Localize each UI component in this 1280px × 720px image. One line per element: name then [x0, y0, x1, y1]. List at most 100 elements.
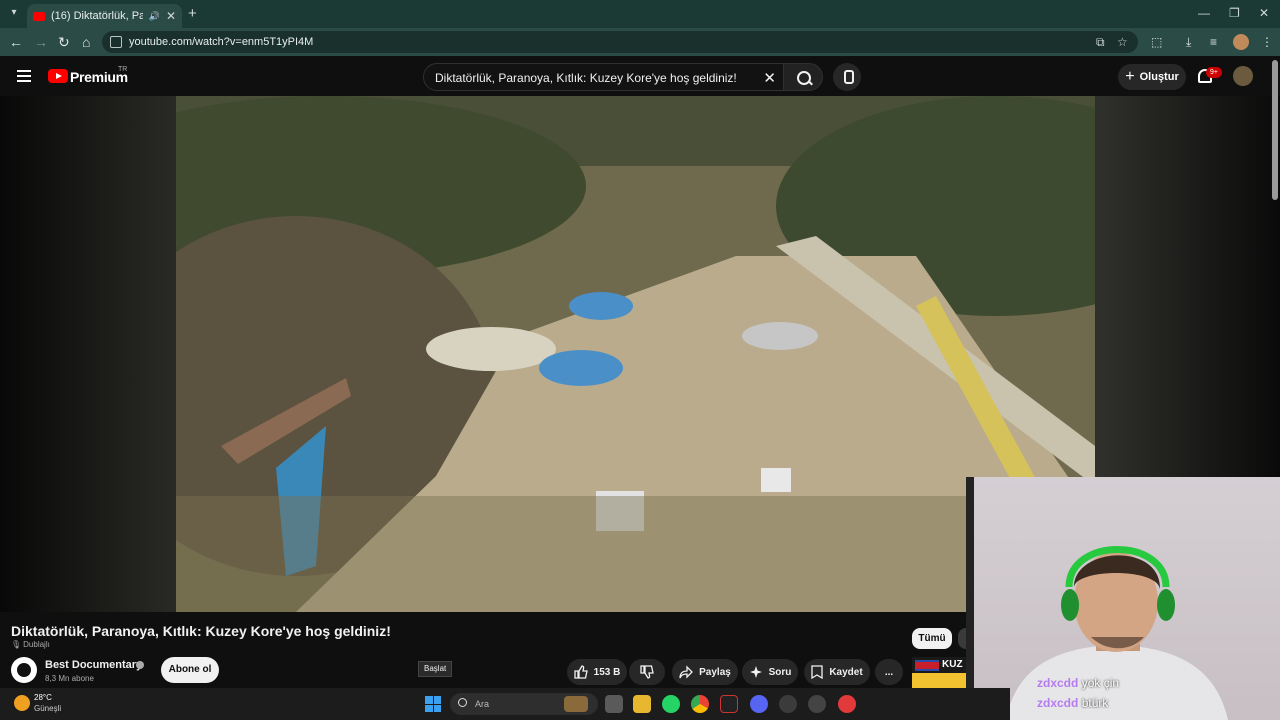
new-tab-icon[interactable]: + — [188, 5, 197, 22]
account-avatar[interactable] — [1233, 66, 1253, 86]
like-button[interactable]: 153 B — [567, 659, 627, 685]
dislike-button[interactable] — [629, 659, 665, 685]
video-frame — [176, 96, 1095, 612]
dubbed-text: Dublajlı — [23, 640, 50, 649]
voice-search-button[interactable] — [833, 63, 861, 91]
windows-taskbar: 28°C Güneşli Ara — [0, 688, 1010, 720]
chat-text: btürk — [1081, 696, 1109, 710]
search-input[interactable]: Diktatörlük, Paranoya, Kıtlık: Kuzey Kor… — [423, 63, 787, 91]
notification-badge: 9+ — [1206, 67, 1222, 78]
webcam-overlay — [966, 477, 1280, 720]
browser-profile-avatar[interactable] — [1233, 34, 1249, 50]
youtube-logo-icon[interactable] — [48, 69, 68, 83]
thumbs-up-icon — [574, 665, 588, 679]
windows-start-icon[interactable] — [425, 696, 441, 712]
whatsapp-icon[interactable] — [662, 695, 680, 713]
url-text: youtube.com/watch?v=enm5T1yPI4M — [129, 36, 314, 48]
thumbs-down-icon — [640, 665, 654, 679]
chrome-icon[interactable] — [691, 695, 709, 713]
video-player[interactable] — [176, 96, 1095, 612]
streamer-figure — [1006, 546, 1228, 720]
restore-icon[interactable]: ❐ — [1229, 6, 1240, 20]
share-label: Paylaş — [699, 666, 731, 678]
save-label: Kaydet — [829, 666, 863, 678]
channel-name[interactable]: Best Documentary — [45, 659, 142, 671]
menu-icon[interactable] — [17, 70, 31, 82]
clear-search-icon[interactable]: ✕ — [763, 69, 776, 87]
create-button[interactable]: + Oluştur — [1118, 64, 1186, 90]
ask-label: Soru — [768, 666, 792, 678]
chat-message: zdxcdd btürk — [1037, 696, 1108, 710]
tab-audio-icon[interactable]: 🔊 — [149, 11, 160, 22]
share-icon — [679, 665, 694, 679]
verified-badge-icon — [136, 661, 144, 669]
create-label: Oluştur — [1139, 71, 1179, 83]
audio-track-icon: 🎙 — [11, 640, 22, 649]
reading-list-icon[interactable]: ≡ — [1210, 35, 1217, 49]
channel-avatar[interactable] — [11, 657, 37, 683]
filter-chip-all[interactable]: Tümü — [912, 628, 952, 649]
search-query: Diktatörlük, Paranoya, Kıtlık: Kuzey Kor… — [435, 71, 737, 85]
back-icon[interactable]: ← — [9, 34, 23, 50]
taskbar-search-placeholder: Ara — [475, 699, 490, 709]
sparkle-icon — [749, 666, 762, 678]
cast-icon[interactable]: ⧉ — [1096, 35, 1105, 50]
tab-title: (16) Diktatörlük, Paranoya, Kıtlık: Kuze… — [51, 10, 143, 22]
recommended-thumbnail[interactable]: KUZ — [912, 657, 966, 688]
start-tooltip: Başlat — [418, 661, 453, 677]
site-info-icon[interactable] — [110, 36, 122, 48]
search-highlight-icon — [564, 696, 588, 712]
thumbnail-text: KUZ — [942, 659, 963, 670]
browser-tab-active[interactable]: (16) Diktatörlük, Paranoya, Kıtlık: Kuze… — [27, 4, 182, 28]
weather-sun-icon[interactable] — [14, 695, 30, 711]
weather-temperature[interactable]: 28°C — [34, 693, 52, 702]
youtube-header: Premium TR Diktatörlük, Paranoya, Kıtlık… — [0, 56, 1280, 96]
bookmark-star-icon[interactable]: ☆ — [1117, 35, 1128, 49]
tab-close-icon[interactable]: ✕ — [166, 9, 176, 23]
ask-button[interactable]: Soru — [742, 659, 798, 685]
obs-icon[interactable] — [808, 695, 826, 713]
video-title: Diktatörlük, Paranoya, Kıtlık: Kuzey Kor… — [11, 623, 391, 639]
downloads-icon[interactable]: ⤓ — [1186, 35, 1191, 50]
chat-username: zdxcdd — [1037, 696, 1079, 710]
plus-icon: + — [1125, 68, 1135, 85]
search-icon — [458, 698, 467, 707]
weather-condition[interactable]: Güneşli — [34, 704, 61, 713]
search-button[interactable] — [783, 63, 823, 91]
chat-text: yok çin — [1081, 676, 1120, 690]
media-player-icon[interactable] — [838, 695, 856, 713]
minimize-icon[interactable]: — — [1198, 6, 1210, 20]
bookmark-icon — [811, 665, 823, 679]
screen: ▾ (16) Diktatörlük, Paranoya, Kıtlık: Ku… — [0, 0, 1280, 720]
chat-message: zdxcdd yok çin — [1037, 676, 1119, 690]
subscribe-button[interactable]: Abone ol — [161, 657, 219, 683]
file-explorer-icon[interactable] — [633, 695, 651, 713]
extensions-icon[interactable]: ⬚ — [1151, 35, 1162, 49]
page-scrollbar[interactable] — [1272, 60, 1278, 200]
country-code: TR — [118, 66, 128, 73]
taskbar-search[interactable]: Ara — [450, 693, 598, 715]
subscriber-count: 8,3 Mn abone — [45, 674, 94, 683]
dubbed-label: 🎙 Dublajlı — [11, 640, 50, 649]
forward-icon[interactable]: → — [34, 34, 48, 50]
chat-username: zdxcdd — [1037, 676, 1079, 690]
like-count: 153 B — [593, 666, 621, 678]
address-bar[interactable]: youtube.com/watch?v=enm5T1yPI4M ⧉ ☆ — [102, 31, 1138, 53]
browser-toolbar: ← → ↻ ⌂ youtube.com/watch?v=enm5T1yPI4M … — [0, 28, 1280, 56]
share-button[interactable]: Paylaş — [672, 659, 738, 685]
home-icon[interactable]: ⌂ — [82, 34, 90, 50]
window-close-icon[interactable]: ✕ — [1259, 6, 1269, 20]
more-actions-button[interactable]: ... — [875, 659, 903, 685]
youtube-favicon-icon — [33, 11, 45, 21]
task-view-icon[interactable] — [605, 695, 623, 713]
more-icon: ... — [884, 666, 894, 678]
north-korea-flag-icon — [915, 660, 939, 671]
steam-icon[interactable] — [779, 695, 797, 713]
browser-menu-icon[interactable]: ⋮ — [1261, 35, 1273, 49]
browser-tab-strip: ▾ (16) Diktatörlük, Paranoya, Kıtlık: Ku… — [0, 0, 1280, 28]
save-button[interactable]: Kaydet — [804, 659, 870, 685]
discord-icon[interactable] — [750, 695, 768, 713]
app-icon-red[interactable] — [720, 695, 738, 713]
reload-icon[interactable]: ↻ — [58, 34, 70, 51]
tab-search-icon[interactable]: ▾ — [6, 5, 22, 21]
